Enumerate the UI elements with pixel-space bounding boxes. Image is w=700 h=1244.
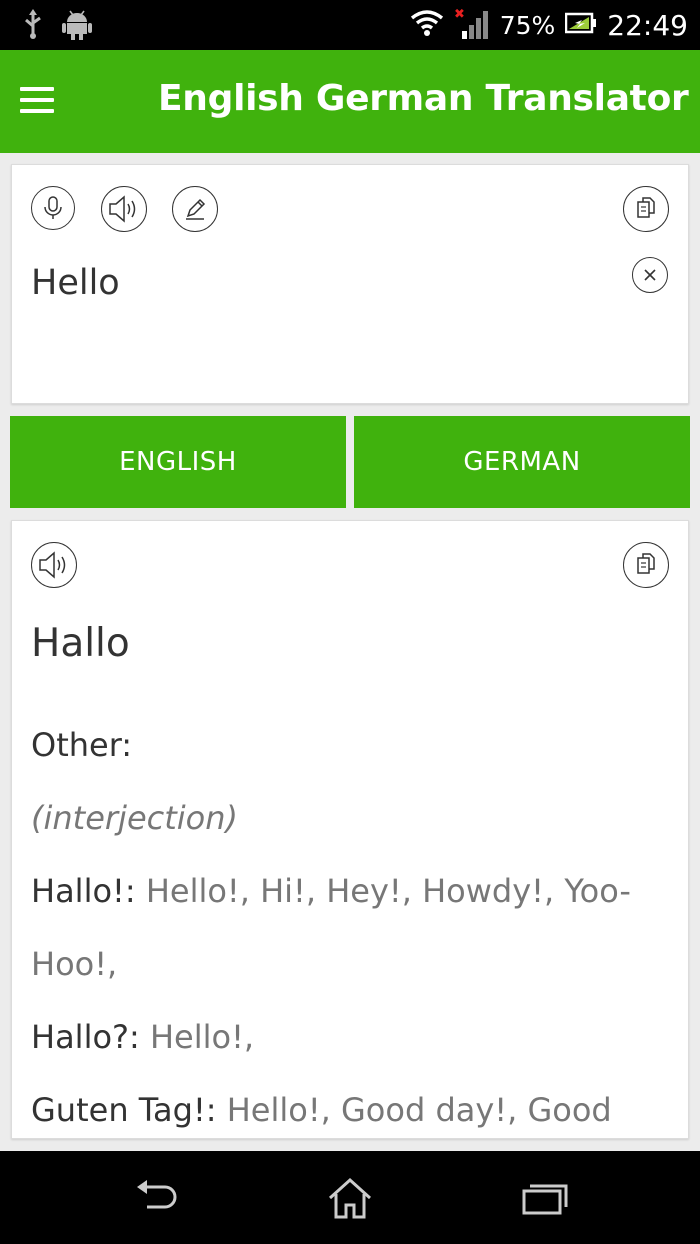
battery-percent: 75% [499, 10, 556, 40]
battery-charging-icon [565, 12, 597, 39]
speaker-icon[interactable] [101, 186, 147, 232]
entry-term: Guten Tag!: [31, 1091, 217, 1129]
pencil-icon[interactable] [172, 186, 218, 232]
translation-result: Hallo [31, 621, 130, 666]
app-bar: English German Translator [0, 50, 700, 153]
input-card: Hello [11, 164, 689, 404]
entry-meanings: Hello!, [139, 1018, 255, 1056]
app-title: English German Translator [158, 78, 689, 119]
svg-text:✖: ✖ [454, 7, 465, 22]
entry-term: Hallo!: [31, 872, 136, 910]
signal-icon: ✖ [454, 7, 490, 44]
microphone-icon[interactable] [31, 186, 75, 230]
entry-meanings: Hello!, Good day!, Good [216, 1091, 612, 1129]
copy-icon[interactable] [623, 542, 669, 588]
part-of-speech: (interjection) [31, 799, 238, 837]
copy-icon[interactable] [623, 186, 669, 232]
clear-icon[interactable] [632, 257, 668, 293]
home-icon[interactable] [326, 1177, 374, 1224]
recents-icon[interactable] [521, 1177, 569, 1222]
wifi-icon [410, 9, 444, 42]
target-language-button[interactable]: GERMAN [354, 416, 690, 508]
dictionary-entry: Guten Tag!: Hello!, Good day!, Good [31, 1074, 651, 1138]
status-bar: ✖ 75% 22:49 [0, 0, 700, 50]
dictionary-entry: Hallo?: Hello!, [31, 1001, 651, 1074]
output-card: Hallo Other: (interjection) Hallo!: Hell… [11, 520, 689, 1139]
usb-icon [22, 8, 44, 45]
clock: 22:49 [607, 8, 688, 42]
back-icon[interactable] [133, 1177, 179, 1222]
other-label: Other: [31, 726, 133, 764]
source-text[interactable]: Hello [31, 263, 120, 303]
menu-icon[interactable] [20, 87, 54, 115]
entry-term: Hallo?: [31, 1018, 140, 1056]
navigation-bar [0, 1151, 700, 1244]
dictionary-entries: Other: (interjection) Hallo!: Hello!, Hi… [31, 709, 651, 1138]
android-icon [62, 8, 92, 45]
dictionary-entry: Hallo!: Hello!, Hi!, Hey!, Howdy!, Yoo-H… [31, 855, 651, 1001]
speaker-icon[interactable] [31, 542, 77, 588]
source-language-button[interactable]: ENGLISH [10, 416, 346, 508]
